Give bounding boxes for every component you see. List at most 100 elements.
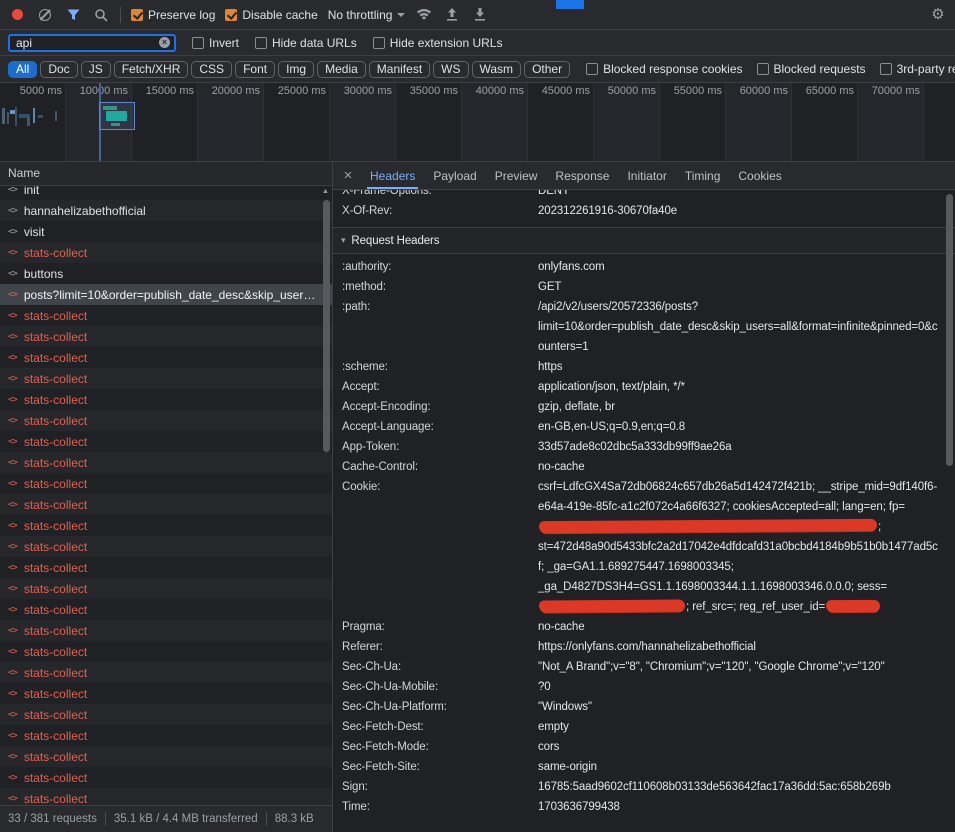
- requests-scrollbar[interactable]: ▲: [321, 188, 331, 804]
- network-overview-timeline[interactable]: 5000 ms10000 ms15000 ms20000 ms25000 ms3…: [0, 83, 955, 162]
- checkbox-checked-icon[interactable]: [131, 9, 143, 21]
- transferred-size: 35.1 kB / 4.4 MB transferred: [114, 813, 258, 825]
- request-row[interactable]: <>buttons: [0, 263, 332, 284]
- tab-preview[interactable]: Preview: [486, 162, 547, 189]
- tab-response[interactable]: Response: [546, 162, 618, 189]
- request-row[interactable]: <>stats-collect: [0, 704, 332, 725]
- request-row[interactable]: <>stats-collect: [0, 578, 332, 599]
- request-row[interactable]: <>stats-collect: [0, 515, 332, 536]
- header-row: Accept:application/json, text/plain, */*: [342, 377, 955, 397]
- request-row[interactable]: <>stats-collect: [0, 473, 332, 494]
- request-row[interactable]: <>stats-collect: [0, 557, 332, 578]
- close-details-button[interactable]: ×: [335, 162, 361, 189]
- filter-checkbox-3rd-party-requests[interactable]: 3rd-party requests: [880, 62, 955, 76]
- request-row[interactable]: <>stats-collect: [0, 368, 332, 389]
- header-name: X-Of-Rev:: [342, 201, 538, 221]
- disable-cache-checkbox[interactable]: Disable cache: [225, 8, 317, 22]
- type-filter-css[interactable]: CSS: [191, 61, 232, 78]
- request-row[interactable]: <>visit: [0, 221, 332, 242]
- checkbox-icon[interactable]: [373, 37, 385, 49]
- header-row: Sec-Fetch-Mode:cors: [342, 737, 955, 757]
- throttling-select[interactable]: No throttling: [328, 8, 406, 22]
- request-type-icon: <>: [8, 584, 17, 594]
- request-row[interactable]: <>stats-collect: [0, 326, 332, 347]
- request-row[interactable]: <>stats-collect: [0, 620, 332, 641]
- type-filter-font[interactable]: Font: [235, 61, 275, 78]
- invert-checkbox[interactable]: Invert: [192, 36, 239, 50]
- tab-timing[interactable]: Timing: [676, 162, 730, 189]
- request-row[interactable]: <>init: [0, 186, 332, 200]
- expand-icon[interactable]: ▾: [341, 235, 345, 246]
- tab-cookies[interactable]: Cookies: [729, 162, 790, 189]
- import-har-button[interactable]: [443, 6, 461, 24]
- request-row[interactable]: <>posts?limit=10&order=publish_date_desc…: [0, 284, 332, 305]
- request-row[interactable]: <>stats-collect: [0, 746, 332, 767]
- request-name: stats-collect: [24, 372, 332, 386]
- request-type-icon: <>: [8, 186, 17, 195]
- tab-payload[interactable]: Payload: [424, 162, 485, 189]
- request-row[interactable]: <>stats-collect: [0, 599, 332, 620]
- filter-button[interactable]: [64, 6, 82, 24]
- checkbox-icon[interactable]: [586, 63, 598, 75]
- hide-extension-urls-checkbox[interactable]: Hide extension URLs: [373, 36, 503, 50]
- record-button[interactable]: [8, 6, 26, 24]
- request-type-icon: <>: [8, 689, 17, 699]
- tab-headers[interactable]: Headers: [361, 162, 424, 189]
- type-filter-manifest[interactable]: Manifest: [369, 61, 430, 78]
- preserve-log-checkbox[interactable]: Preserve log: [131, 8, 215, 22]
- request-row[interactable]: <>stats-collect: [0, 641, 332, 662]
- checkbox-checked-icon[interactable]: [225, 9, 237, 21]
- request-row[interactable]: <>stats-collect: [0, 662, 332, 683]
- request-row[interactable]: <>stats-collect: [0, 536, 332, 557]
- checkbox-icon[interactable]: [880, 63, 892, 75]
- settings-gear-button[interactable]: ⚙: [929, 6, 947, 24]
- request-row[interactable]: <>stats-collect: [0, 410, 332, 431]
- request-row[interactable]: <>stats-collect: [0, 767, 332, 788]
- scrollbar-thumb[interactable]: [323, 200, 330, 452]
- type-filter-all[interactable]: All: [8, 61, 37, 78]
- name-column-header[interactable]: Name: [0, 162, 332, 186]
- request-row[interactable]: <>hannahelizabethofficial: [0, 200, 332, 221]
- request-row[interactable]: <>stats-collect: [0, 683, 332, 704]
- hide-data-urls-checkbox[interactable]: Hide data URLs: [255, 36, 357, 50]
- request-row[interactable]: <>stats-collect: [0, 389, 332, 410]
- request-row[interactable]: <>stats-collect: [0, 725, 332, 746]
- type-filter-media[interactable]: Media: [317, 61, 366, 78]
- filter-input[interactable]: api ×: [8, 34, 176, 52]
- request-row[interactable]: <>stats-collect: [0, 788, 332, 805]
- request-row[interactable]: <>stats-collect: [0, 452, 332, 473]
- checkbox-icon[interactable]: [255, 37, 267, 49]
- filter-checkbox-blocked-requests[interactable]: Blocked requests: [757, 62, 866, 76]
- search-button[interactable]: [92, 6, 110, 24]
- type-filter-ws[interactable]: WS: [433, 61, 468, 78]
- export-har-button[interactable]: [471, 6, 489, 24]
- checkbox-icon[interactable]: [757, 63, 769, 75]
- request-name: visit: [24, 225, 332, 239]
- tab-initiator[interactable]: Initiator: [618, 162, 675, 189]
- header-value: same-origin: [538, 757, 955, 777]
- redaction-scribble: [826, 600, 880, 612]
- type-filter-js[interactable]: JS: [81, 61, 111, 78]
- request-row[interactable]: <>stats-collect: [0, 242, 332, 263]
- request-row[interactable]: <>stats-collect: [0, 431, 332, 452]
- details-scrollbar[interactable]: [944, 191, 955, 832]
- type-filter-fetch-xhr[interactable]: Fetch/XHR: [114, 61, 189, 78]
- filter-checkbox-blocked-response-cookies[interactable]: Blocked response cookies: [586, 62, 742, 76]
- request-row[interactable]: <>stats-collect: [0, 494, 332, 515]
- type-filter-wasm[interactable]: Wasm: [472, 61, 522, 78]
- scrollbar-thumb[interactable]: [946, 194, 953, 466]
- header-value: application/json, text/plain, */*: [538, 377, 955, 397]
- network-conditions-button[interactable]: [415, 6, 433, 24]
- request-row[interactable]: <>stats-collect: [0, 347, 332, 368]
- request-headers-section[interactable]: ▾ Request Headers: [333, 227, 955, 254]
- type-filter-img[interactable]: Img: [278, 61, 314, 78]
- header-name: Sec-Fetch-Site:: [342, 757, 538, 777]
- checkbox-icon[interactable]: [192, 37, 204, 49]
- request-row[interactable]: <>stats-collect: [0, 305, 332, 326]
- timeline-column: 35000 ms: [396, 83, 462, 161]
- clear-network-log-button[interactable]: [36, 6, 54, 24]
- type-filter-other[interactable]: Other: [524, 61, 570, 78]
- type-filter-doc[interactable]: Doc: [40, 61, 77, 78]
- clear-filter-icon[interactable]: ×: [159, 37, 170, 48]
- scroll-up-icon[interactable]: ▲: [322, 188, 329, 195]
